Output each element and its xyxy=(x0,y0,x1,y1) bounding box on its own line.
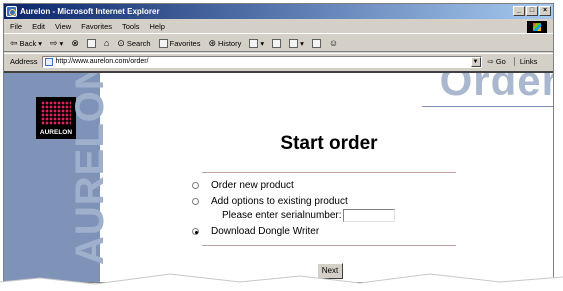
logo-dots-icon xyxy=(41,101,71,125)
minimize-button[interactable]: _ xyxy=(513,6,525,16)
print-icon xyxy=(272,38,282,48)
back-arrow-icon: ⇦ xyxy=(10,37,18,48)
favorites-label: Favorites xyxy=(169,38,201,48)
title-bar: Aurelon - Microsoft Internet Explorer _ … xyxy=(4,4,553,19)
messenger-button[interactable]: ☺ xyxy=(329,38,338,48)
divider-top xyxy=(202,172,456,173)
close-button[interactable]: × xyxy=(539,6,551,16)
go-label: Go xyxy=(495,57,506,66)
torn-edge xyxy=(0,273,563,291)
history-label: History xyxy=(218,38,242,48)
page-content: AURELON AURELON Order Start order Order … xyxy=(4,71,553,282)
chevron-down-icon: ▾ xyxy=(59,38,64,48)
radio-order-new-product[interactable] xyxy=(192,182,199,189)
maximize-button[interactable]: □ xyxy=(526,6,538,16)
mail-icon xyxy=(249,38,259,48)
print-button[interactable] xyxy=(272,38,282,48)
edit-button[interactable]: ▾ xyxy=(289,38,304,48)
serialnumber-input[interactable] xyxy=(342,209,395,222)
sidebar: AURELON AURELON xyxy=(4,73,112,282)
address-input[interactable]: http://www.aurelon.com/order/ ▼ xyxy=(41,55,482,68)
favorites-icon xyxy=(158,38,168,48)
menu-favorites[interactable]: Favorites xyxy=(81,22,112,31)
back-label: Back xyxy=(19,38,37,48)
stop-button[interactable]: ⊗ xyxy=(71,38,79,49)
refresh-button[interactable] xyxy=(86,38,96,48)
sidebar-watermark: AURELON xyxy=(68,71,112,265)
chevron-down-icon: ▾ xyxy=(260,38,265,48)
menu-view[interactable]: View xyxy=(55,22,71,31)
history-icon: ⊛ xyxy=(208,37,216,48)
header-divider xyxy=(422,106,553,107)
divider-bottom xyxy=(202,245,456,246)
internet-explorer-icon xyxy=(6,6,17,17)
serialnumber-row: Please enter serialnumber: xyxy=(222,209,395,222)
links-button[interactable]: Links xyxy=(513,57,537,66)
search-icon: ⊙ xyxy=(117,37,125,48)
menu-help[interactable]: Help xyxy=(150,22,165,31)
option-download-dongle-writer[interactable]: Download Dongle Writer xyxy=(192,226,319,237)
address-bar: Address http://www.aurelon.com/order/ ▼ … xyxy=(4,53,553,69)
favorites-button[interactable]: Favorites xyxy=(158,38,201,48)
mail-button[interactable]: ▾ xyxy=(249,38,265,48)
forward-button[interactable]: ⇨ ▾ xyxy=(50,38,63,49)
option-label: Add options to existing product xyxy=(211,196,348,207)
browser-window: Aurelon - Microsoft Internet Explorer _ … xyxy=(3,3,554,283)
option-order-new-product[interactable]: Order new product xyxy=(192,180,294,191)
window-controls: _ □ × xyxy=(513,6,551,16)
back-button[interactable]: ⇦ Back ▾ xyxy=(10,38,42,49)
search-button[interactable]: ⊙ Search xyxy=(117,38,150,49)
messenger-icon: ☺ xyxy=(328,38,339,48)
discuss-icon xyxy=(311,38,321,48)
refresh-icon xyxy=(86,38,96,48)
menu-file[interactable]: File xyxy=(10,22,22,31)
home-icon: ⌂ xyxy=(103,38,110,48)
menu-bar: File Edit View Favorites Tools Help xyxy=(4,20,553,34)
option-label: Download Dongle Writer xyxy=(211,226,320,237)
go-button[interactable]: ⇨ Go xyxy=(488,57,506,66)
window-title: Aurelon - Microsoft Internet Explorer xyxy=(20,7,160,16)
go-arrow-icon: ⇨ xyxy=(487,57,494,66)
option-add-options[interactable]: Add options to existing product xyxy=(192,196,348,207)
chevron-down-icon: ▾ xyxy=(300,38,304,48)
edit-icon xyxy=(289,38,299,48)
history-button[interactable]: ⊛ History xyxy=(208,38,241,49)
windows-logo-icon xyxy=(527,21,547,33)
serialnumber-label: Please enter serialnumber: xyxy=(222,210,342,221)
home-button[interactable]: ⌂ xyxy=(104,38,109,48)
address-url: http://www.aurelon.com/order/ xyxy=(55,58,149,65)
address-dropdown-icon[interactable]: ▼ xyxy=(470,56,481,67)
option-label: Order new product xyxy=(211,180,294,191)
search-label: Search xyxy=(126,38,151,48)
radio-add-options[interactable] xyxy=(192,198,199,205)
toolbar: ⇦ Back ▾ ⇨ ▾ ⊗ ⌂ ⊙ Search Favorites ⊛ Hi… xyxy=(4,35,553,52)
page-title: Start order xyxy=(280,133,378,154)
menu-edit[interactable]: Edit xyxy=(32,22,45,31)
chevron-down-icon: ▾ xyxy=(38,38,42,48)
radio-download-dongle-writer[interactable] xyxy=(192,228,199,235)
stop-icon: ⊗ xyxy=(71,37,79,48)
discuss-button[interactable] xyxy=(311,38,321,48)
menu-tools[interactable]: Tools xyxy=(122,22,140,31)
forward-arrow-icon: ⇨ xyxy=(50,37,58,48)
page-icon xyxy=(44,57,53,66)
address-label: Address xyxy=(10,57,38,66)
header-watermark: Order xyxy=(439,71,553,104)
